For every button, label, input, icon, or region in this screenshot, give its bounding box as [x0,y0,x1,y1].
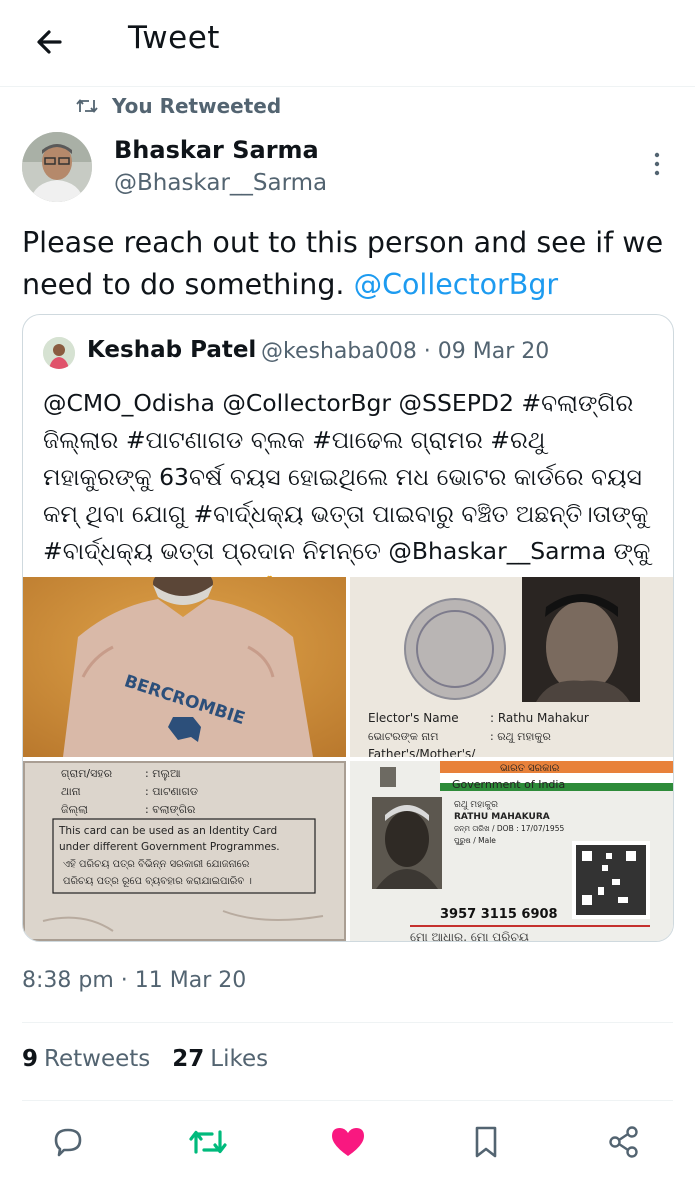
media-photo-aadhaar[interactable]: ଭାରତ ସରକାର Government of India ରଥୁ ମହାକୁ… [350,761,673,941]
media-photo-man[interactable]: BERCROMBIE [23,577,346,757]
quoted-author-name[interactable]: Keshab Patel [87,337,256,363]
aadhaar-number: 3957 3115 6908 [440,907,558,922]
retweet-icon [189,1130,227,1154]
card-back-box-line-3: ଏହି ପରିଚୟ ପତ୍ର ବିଭିନ୍ନ ସରକାରୀ ଯୋଜନାରେ [63,859,250,870]
bookmark-button[interactable] [466,1120,506,1164]
tweet-timestamp: 8:38 pm · 11 Mar 20 [22,968,247,993]
qr-code [572,841,650,919]
media-photo-card-back[interactable]: ଗ୍ରାମ/ସହର : ମଲୁଆ ଥାନା : ପାଟଣାଗଡ ଜିଲ୍ଲା :… [23,761,346,941]
voter-card-label-1: Elector's Name [368,711,459,725]
voter-card-value-2: : ରଥୁ ମହାକୁର [490,730,551,744]
tweet-text: Please reach out to this person and see … [22,226,664,301]
card-back-row3-label: ଜିଲ୍ଲା [61,803,88,816]
likes-stat[interactable]: 27 Likes [172,1046,268,1072]
tweet-mention-link[interactable]: @CollectorBgr [354,268,559,301]
quoted-text: @CMO_Odisha @CollectorBgr @SSEPD2 #ବଲାଙ୍… [43,389,651,602]
retweet-notice-label: You Retweeted [112,94,282,118]
card-back-box-line-1: This card can be used as an Identity Car… [58,825,277,837]
avatar[interactable] [22,132,92,202]
reply-icon [54,1128,82,1157]
aadhaar-name: RATHU MAHAKURA [454,812,550,822]
top-bar: Tweet [0,0,695,87]
aadhaar-footer: ମୋ ଆଧାର, ମୋ ପରିଚୟ [410,930,529,941]
page-title: Tweet [128,20,220,56]
aadhaar-govt: Government of India [452,778,565,791]
author-handle[interactable]: @Bhaskar__Sarma [114,170,327,196]
divider [22,1022,673,1023]
card-back-row1-value: : ମଲୁଆ [145,767,181,780]
reply-button[interactable] [48,1120,88,1164]
aadhaar-govt-odia: ଭାରତ ସରକାର [500,763,560,774]
quoted-tweet[interactable]: Keshab Patel @keshaba008 · 09 Mar 20 @CM… [22,314,674,942]
card-back-row2-label: ଥାନା [61,785,81,798]
retweets-stat[interactable]: 9 Retweets [22,1046,150,1072]
voter-card-label-3: Father's/Mother's/ [368,747,476,757]
card-back-row1-label: ଗ୍ରାମ/ସହର [61,767,112,780]
voter-card-value-1: : Rathu Mahakur [490,711,589,725]
more-icon[interactable] [650,150,664,178]
back-arrow-icon[interactable] [30,22,70,62]
card-back-row3-value: : ବଲାଙ୍ଗିର [145,803,195,816]
card-back-box-line-4: ପରିଚୟ ପତ୍ର ରୂପେ ବ୍ୟବହାର କରାଯାଇପାରିବ । [63,876,252,888]
retweet-button[interactable] [188,1120,228,1164]
quoted-meta: @keshaba008 · 09 Mar 20 [261,339,550,364]
media-grid[interactable]: BERCROMBIE Elector's Name : Rathu Mahaku… [23,577,673,941]
bookmark-icon [475,1126,497,1158]
card-back-box-line-2: under different Government Programmes. [59,841,280,853]
media-photo-voter-card[interactable]: Elector's Name : Rathu Mahakur ଭୋଟରଙ୍କ ନ… [350,577,673,757]
author-name[interactable]: Bhaskar Sarma [114,136,319,164]
like-button[interactable] [328,1120,368,1164]
tweet-stats: 9 Retweets 27 Likes [22,1046,268,1072]
action-bar [0,1120,695,1168]
card-back-row2-value: : ପାଟଣାଗଡ [145,785,198,798]
aadhaar-dob: ଜନ୍ମ ତାରିଖ / DOB : 17/07/1955 [454,824,564,833]
voter-card-label-2: ଭୋଟରଙ୍କ ନାମ [368,730,438,743]
aadhaar-gender: ପୁରୁଷ / Male [454,836,496,846]
share-icon [609,1126,638,1158]
share-button[interactable] [604,1120,644,1164]
quoted-avatar[interactable] [43,337,75,369]
like-icon [332,1128,364,1156]
retweet-notice: You Retweeted [76,92,281,120]
divider [22,1100,673,1101]
aadhaar-name-odia: ରଥୁ ମହାକୁର [454,800,498,810]
retweet-icon [76,99,98,113]
